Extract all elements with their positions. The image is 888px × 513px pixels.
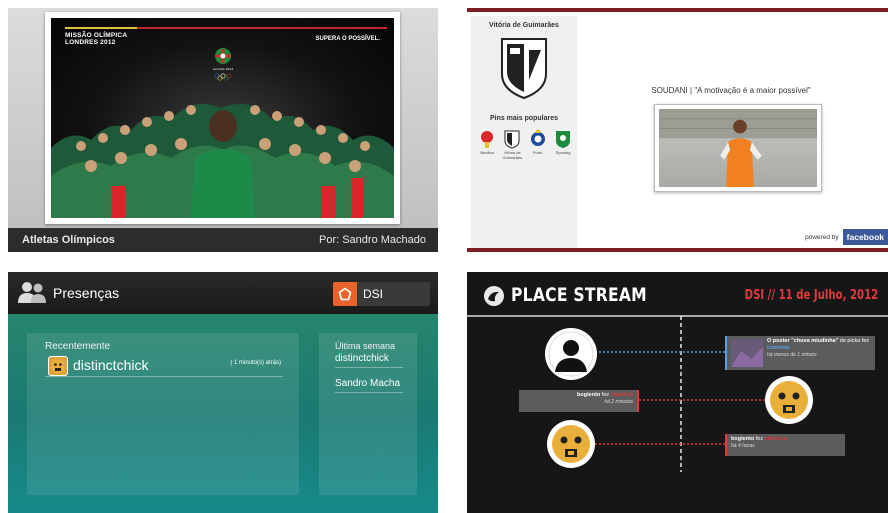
silhouette-avatar[interactable]	[545, 328, 597, 380]
caption-title: Atletas Olímpicos	[22, 234, 115, 246]
dsi-place-button[interactable]: DSI	[333, 282, 430, 306]
last-week-card: Última semana distinctchick Sandro Macha	[319, 333, 417, 495]
photo-caption-bar: Atletas Olímpicos Por: Sandro Machado	[8, 228, 438, 252]
presencas-header: Presenças DSI	[8, 272, 438, 314]
week-user-item[interactable]: Sandro Macha	[335, 378, 403, 393]
emoji-avatar[interactable]	[763, 374, 815, 426]
player-image	[659, 109, 817, 187]
recent-user-row[interactable]: distinctchick ( 1 minuto(s) atrás)	[45, 355, 283, 377]
popular-pins-list: Benfica Vitória de Guimarães Porto Sport…	[475, 129, 575, 160]
porto-crest-icon	[530, 130, 545, 146]
pentagon-icon	[333, 282, 357, 306]
club-name: Vitória de Guimarães	[489, 22, 559, 29]
quote-text: SOUDANI | "A motivação é a maior possíve…	[651, 86, 811, 95]
presencas-panel[interactable]: Presenças DSI Recentemente distinctchick…	[8, 272, 438, 513]
olympic-poster: MISSÃO OLÍMPICA LONDRES 2012 SUPERA O PO…	[45, 12, 400, 224]
recent-user-time: ( 1 minuto(s) atrás)	[230, 360, 281, 366]
powered-by: powered by facebook	[805, 229, 888, 245]
benfica-crest-icon	[481, 131, 493, 148]
stream-event[interactable]: O poster "chuva miudinha" de picka fez c…	[725, 336, 875, 370]
pin-sporting[interactable]: Sporting	[551, 129, 575, 160]
pin-benfica[interactable]: Benfica	[475, 129, 499, 160]
poster-title: MISSÃO OLÍMPICA LONDRES 2012	[65, 32, 128, 46]
athletes-panel[interactable]: MISSÃO OLÍMPICA LONDRES 2012 SUPERA O PO…	[8, 8, 438, 252]
caption-author: Por: Sandro Machado	[318, 234, 426, 246]
facebook-logo[interactable]: facebook	[842, 229, 888, 245]
user-avatar	[48, 356, 68, 376]
pins-title: Pins mais populares	[489, 115, 559, 122]
pin-porto[interactable]: Porto	[526, 129, 550, 160]
athletes-group-image	[51, 104, 394, 218]
vitoria-crest-icon	[504, 130, 520, 149]
facebook-quote-panel[interactable]: Vitória de Guimarães Pins mais populares…	[467, 8, 888, 252]
player-photo	[654, 104, 822, 192]
people-icon	[18, 282, 46, 303]
pin-vitoria[interactable]: Vitória de Guimarães	[500, 129, 524, 160]
presencas-title: Presenças	[53, 285, 120, 301]
sporting-crest-icon	[555, 131, 570, 148]
recent-checkins-card: Recentemente distinctchick ( 1 minuto(s)…	[27, 333, 299, 495]
stream-event[interactable]: bogiento fez check-in há 4 horas	[725, 434, 845, 456]
club-crest-icon	[501, 38, 547, 100]
week-user-item[interactable]: distinctchick	[335, 353, 403, 368]
week-label: Última semana	[335, 341, 396, 351]
poster-slogan: SUPERA O POSSÍVEL.	[315, 36, 380, 42]
club-sidebar: Vitória de Guimarães Pins mais populares…	[471, 16, 577, 248]
recent-user-name: distinctchick	[73, 357, 149, 373]
emoji-avatar[interactable]	[545, 418, 597, 470]
dsi-label: DSI	[363, 287, 384, 301]
recent-label: Recentemente	[45, 341, 111, 352]
place-stream-panel[interactable]: PLACE STREAM DSI // 11 de Julho, 2012 O …	[467, 272, 888, 513]
stream-event[interactable]: bogiento fez check-in há 2 minutos	[519, 390, 639, 412]
event-photo-thumb	[731, 339, 763, 367]
